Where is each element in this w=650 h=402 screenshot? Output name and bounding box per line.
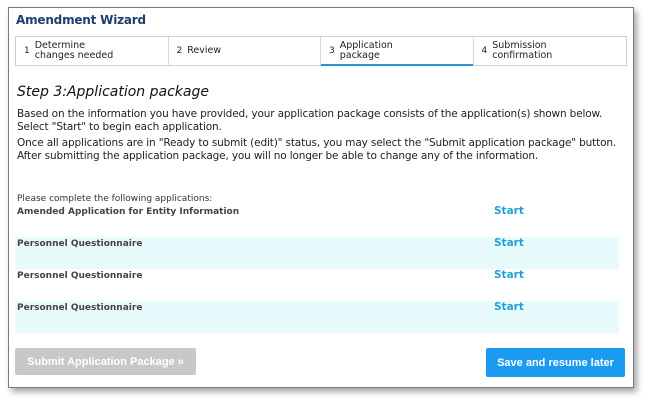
wizard-steps: 1 Determine changes needed 2 Review 3 Ap… (15, 36, 627, 66)
application-row: Personnel Questionnaire Start (15, 269, 619, 301)
step-number: 4 (481, 46, 488, 56)
step-label: Submission confirmation (492, 40, 553, 61)
amendment-wizard-panel: Amendment Wizard 1 Determine changes nee… (8, 7, 634, 388)
wizard-title: Amendment Wizard (16, 13, 146, 27)
step-label: Review (187, 45, 222, 56)
application-name: Amended Application for Entity Informati… (17, 207, 240, 217)
step-review[interactable]: 2 Review (169, 37, 321, 65)
step-submission-confirmation[interactable]: 4 Submission confirmation (474, 37, 627, 65)
save-and-resume-later-button[interactable]: Save and resume later (486, 348, 625, 377)
intro-paragraph: Based on the information you have provid… (17, 108, 603, 133)
step-label: Application package (339, 40, 393, 61)
application-name: Personnel Questionnaire (17, 271, 143, 281)
application-row: Personnel Questionnaire Start (15, 301, 619, 333)
start-link[interactable]: Start (494, 237, 524, 249)
start-link[interactable]: Start (494, 269, 524, 281)
start-link[interactable]: Start (494, 301, 524, 313)
application-name: Personnel Questionnaire (17, 239, 143, 249)
start-link[interactable]: Start (494, 205, 524, 217)
instructions-paragraph: Once all applications are in "Ready to s… (17, 137, 617, 162)
submit-application-package-button[interactable]: Submit Application Package » (15, 348, 196, 375)
step-number: 1 (24, 46, 30, 56)
step-number: 3 (329, 46, 335, 56)
step-label: Determine changes needed (34, 40, 114, 61)
application-name: Personnel Questionnaire (17, 303, 143, 313)
step-number: 2 (176, 46, 183, 56)
application-row: Amended Application for Entity Informati… (15, 205, 619, 237)
applications-caption: Please complete the following applicatio… (17, 194, 213, 204)
application-list: Amended Application for Entity Informati… (15, 205, 619, 333)
application-row: Personnel Questionnaire Start (15, 237, 619, 269)
page-heading: Step 3:Application package (17, 84, 209, 100)
step-application-package[interactable]: 3 Application package (321, 37, 474, 66)
step-determine-changes[interactable]: 1 Determine changes needed (16, 37, 169, 65)
